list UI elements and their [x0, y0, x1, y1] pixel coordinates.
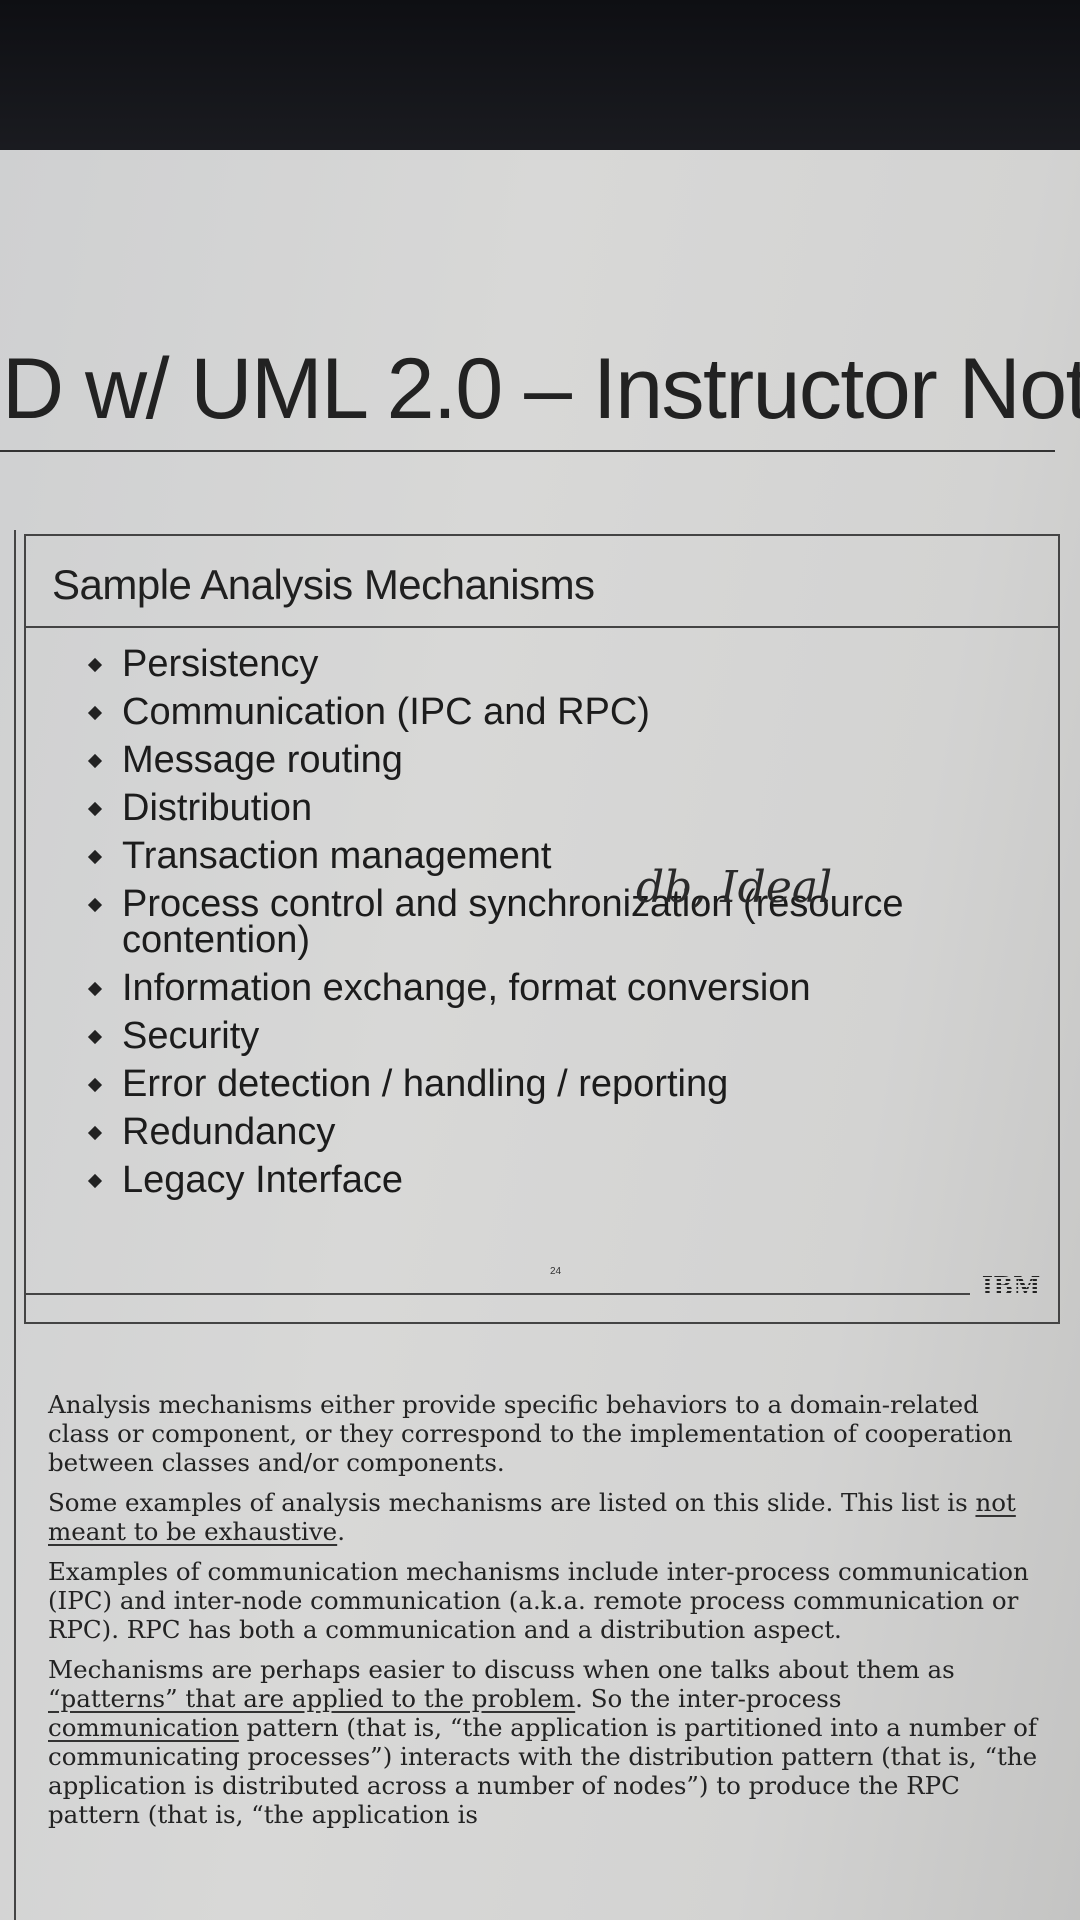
diamond-bullet-icon — [87, 1077, 103, 1093]
ibm-logo-icon: IBM — [982, 1271, 1041, 1302]
list-item: Process control and synchronization (res… — [86, 885, 1046, 959]
list-item-text: Legacy Interface — [122, 1159, 403, 1201]
list-item-text: Information exchange, format conversion — [122, 967, 811, 1009]
diamond-bullet-icon — [87, 897, 103, 913]
dark-background — [0, 0, 1080, 160]
list-item-text: Transaction management — [122, 835, 552, 877]
list-item-text: Message routing — [122, 739, 403, 781]
list-item: Redundancy — [86, 1111, 1046, 1153]
diamond-bullet-icon — [87, 705, 103, 721]
slide-frame: Sample Analysis Mechanisms Persistency C… — [24, 534, 1060, 1324]
list-item-text: Persistency — [122, 643, 319, 685]
diamond-bullet-icon — [87, 1125, 103, 1141]
title-rule — [0, 450, 1055, 452]
slide-title: Sample Analysis Mechanisms — [52, 561, 595, 608]
list-item: Communication (IPC and RPC) — [86, 691, 1046, 733]
notes-text: Mechanisms are perhaps easier to discuss… — [48, 1655, 955, 1684]
paper-page: D w/ UML 2.0 – Instructor Notes Sample A… — [0, 150, 1080, 1920]
diamond-bullet-icon — [87, 801, 103, 817]
instructor-notes: Analysis mechanisms either provide speci… — [48, 1390, 1038, 1840]
handwritten-note: db, Ideal — [636, 862, 833, 913]
list-item-text: Distribution — [122, 787, 313, 829]
notes-paragraph: Mechanisms are perhaps easier to discuss… — [48, 1655, 1038, 1829]
list-item-text: Redundancy — [122, 1111, 336, 1153]
list-item-text: Security — [122, 1015, 260, 1057]
diamond-bullet-icon — [87, 849, 103, 865]
diamond-bullet-icon — [87, 981, 103, 997]
list-item: Persistency — [86, 643, 1046, 685]
slide-title-rule — [26, 626, 1058, 628]
underlined-text: communication — [48, 1713, 239, 1742]
notes-text: Some examples of analysis mechanisms are… — [48, 1488, 976, 1517]
list-item: Error detection / handling / reporting — [86, 1063, 1046, 1105]
diamond-bullet-icon — [87, 753, 103, 769]
list-item: Information exchange, format conversion — [86, 967, 1046, 1009]
list-item: Transaction management — [86, 835, 1046, 877]
bullet-list: Persistency Communication (IPC and RPC) … — [86, 643, 1046, 1210]
list-item: Security — [86, 1015, 1046, 1057]
list-item: Legacy Interface — [86, 1159, 1046, 1201]
list-item-text: Communication (IPC and RPC) — [122, 691, 650, 733]
notes-paragraph: Analysis mechanisms either provide speci… — [48, 1390, 1013, 1477]
list-item-text: Error detection / handling / reporting — [122, 1063, 729, 1105]
notes-text: . So the inter-process — [575, 1684, 842, 1713]
page-title: D w/ UML 2.0 – Instructor Notes — [2, 341, 1080, 437]
diamond-bullet-icon — [87, 657, 103, 673]
notes-paragraph: Examples of communication mechanisms inc… — [48, 1557, 1029, 1644]
diamond-bullet-icon — [87, 1029, 103, 1045]
underlined-text: “patterns” that are applied to the probl… — [48, 1684, 576, 1713]
notes-text: . — [337, 1517, 345, 1546]
list-item: Message routing — [86, 739, 1046, 781]
list-item: Distribution — [86, 787, 1046, 829]
page-number: 24 — [550, 1266, 562, 1277]
slide-footer-rule — [26, 1293, 970, 1295]
notes-paragraph: Some examples of analysis mechanisms are… — [48, 1488, 1038, 1546]
diamond-bullet-icon — [87, 1173, 103, 1189]
margin-line — [14, 530, 16, 1920]
